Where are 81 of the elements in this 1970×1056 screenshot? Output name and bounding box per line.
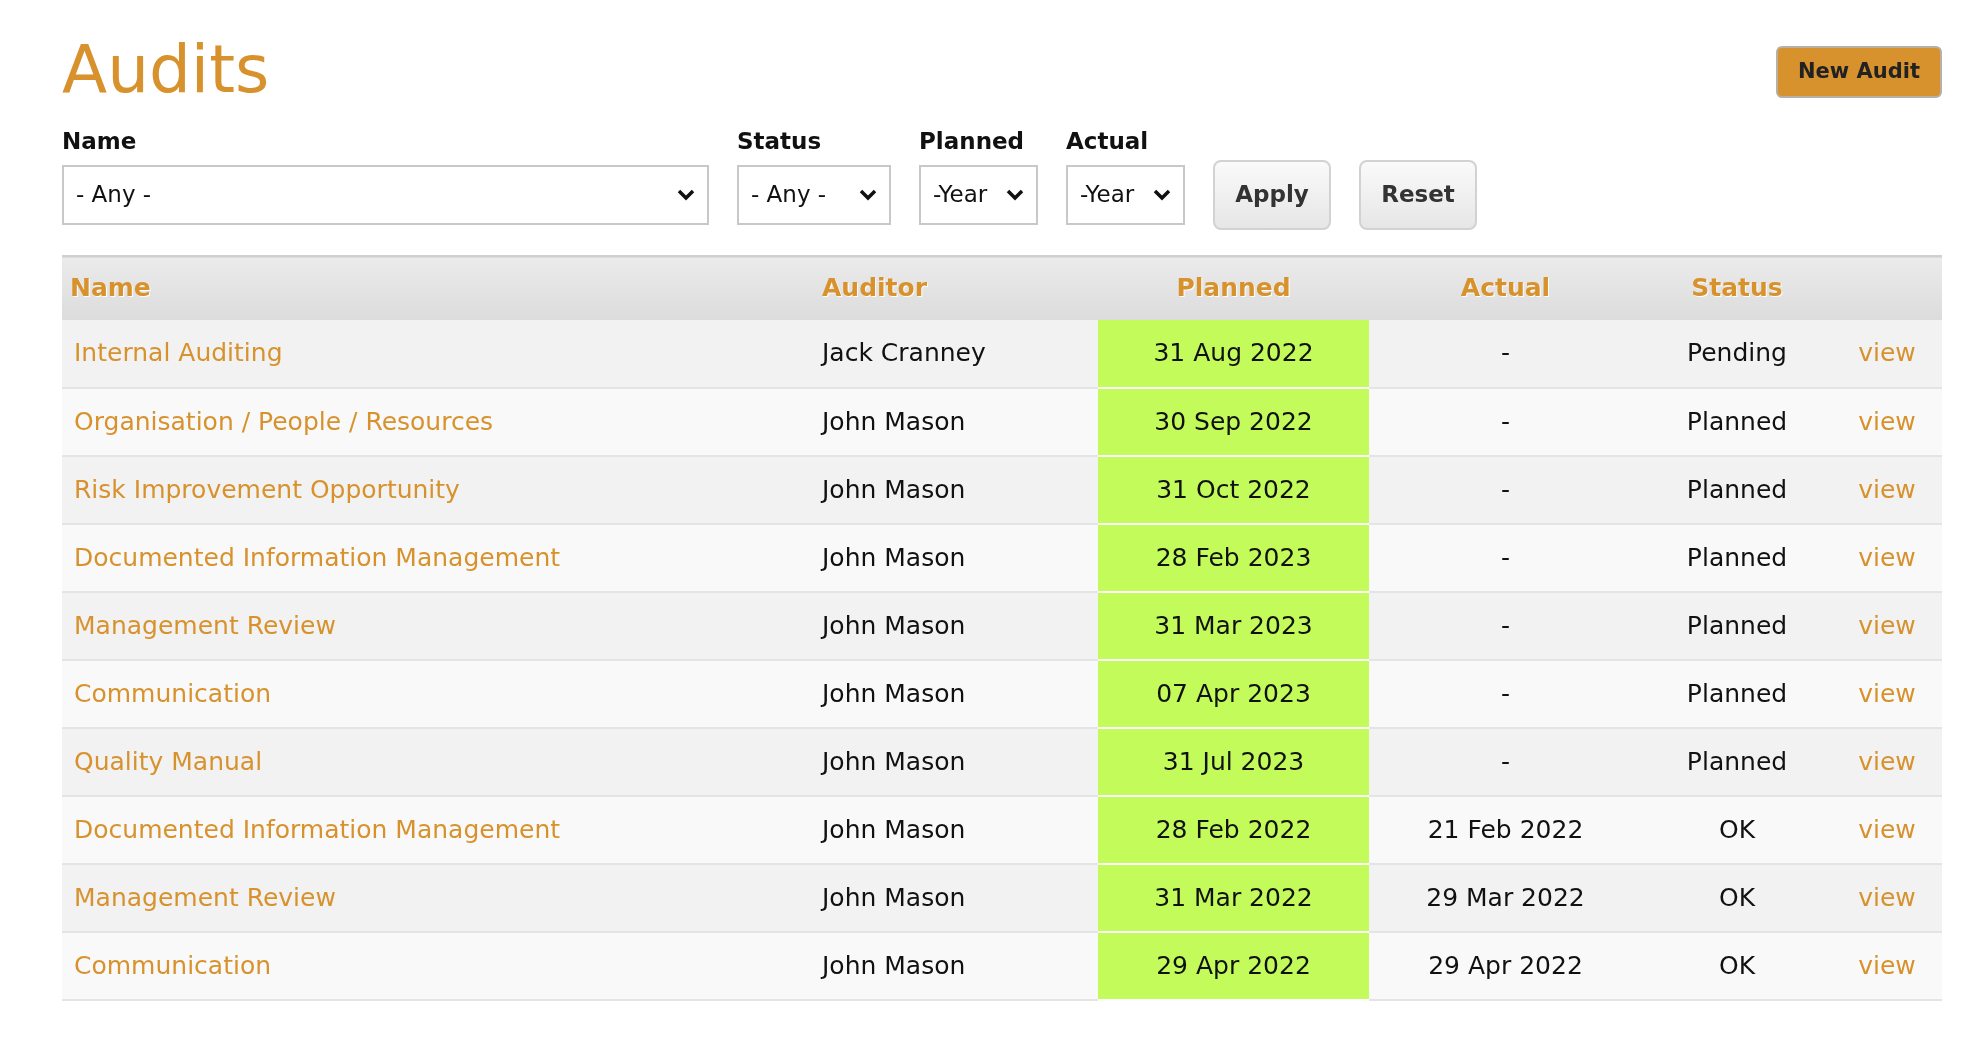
chevron-down-icon [859, 188, 877, 201]
filter-label: Actual [1066, 127, 1150, 156]
table-cell: - [1501, 338, 1510, 368]
view-link[interactable]: view [1858, 542, 1916, 572]
chevron-down-icon [677, 188, 695, 201]
planned-date-cell: 31 Mar 2023 [1098, 591, 1369, 660]
table-cell: John Mason [822, 610, 966, 640]
planned-date-cell: 31 Aug 2022 [1098, 319, 1369, 388]
chevron-down-icon [1153, 188, 1171, 201]
table-cell: - [1501, 474, 1510, 504]
filter-button[interactable]: Apply [1213, 159, 1331, 230]
column-header[interactable]: Name [70, 273, 151, 303]
view-link[interactable]: view [1858, 678, 1916, 708]
audit-name-link[interactable]: Documented Information Management [74, 542, 561, 572]
filter-label: Name [62, 127, 138, 156]
view-link[interactable]: view [1858, 950, 1916, 980]
table-cell: John Mason [822, 678, 966, 708]
planned-date-cell: 29 Apr 2022 [1098, 931, 1369, 1000]
planned-date-cell: 30 Sep 2022 [1098, 387, 1369, 456]
view-link[interactable]: view [1858, 814, 1916, 844]
table-cell: Pending [1687, 338, 1787, 368]
view-link[interactable]: view [1858, 406, 1916, 436]
filter-label: Planned [919, 127, 1026, 156]
planned-date-cell: 31 Oct 2022 [1098, 455, 1369, 524]
audit-name-link[interactable]: Risk Improvement Opportunity [74, 474, 460, 504]
column-header[interactable]: Actual [1460, 273, 1551, 303]
dropdown[interactable]: -Year [1066, 164, 1185, 225]
table-cell: 29 Mar 2022 [1426, 882, 1585, 912]
table-cell: - [1501, 678, 1510, 708]
column-header[interactable]: Planned [1176, 273, 1291, 303]
audit-name-link[interactable]: Communication [74, 950, 272, 980]
table-cell: Planned [1686, 474, 1788, 504]
table-cell: - [1501, 542, 1510, 572]
planned-date-cell: 31 Jul 2023 [1098, 727, 1369, 796]
table-cell: Jack Cranney [822, 338, 986, 368]
dropdown[interactable]: - Any - [62, 164, 709, 225]
table-cell: John Mason [822, 406, 966, 436]
dropdown[interactable]: - Any - [737, 164, 891, 225]
table-cell: OK [1718, 950, 1756, 980]
table-cell: - [1501, 610, 1510, 640]
audit-name-link[interactable]: Internal Auditing [74, 338, 283, 368]
table-cell: Planned [1686, 678, 1788, 708]
table-cell: John Mason [822, 882, 966, 912]
planned-date-cell: 28 Feb 2023 [1098, 523, 1369, 592]
filter-label: Status [737, 127, 823, 156]
chevron-down-icon [1006, 188, 1024, 201]
table-cell: John Mason [822, 746, 966, 776]
column-header[interactable]: Status [1691, 273, 1783, 303]
table-cell: Planned [1686, 610, 1788, 640]
filter-button[interactable]: Reset [1359, 159, 1477, 230]
audit-name-link[interactable]: Quality Manual [74, 746, 263, 776]
table-cell: - [1501, 406, 1510, 436]
audit-name-link[interactable]: Documented Information Management [74, 814, 561, 844]
page-title: Audits [62, 30, 270, 110]
planned-date-cell: 28 Feb 2022 [1098, 795, 1369, 864]
table-cell: John Mason [822, 542, 966, 572]
view-link[interactable]: view [1858, 882, 1916, 912]
audit-name-link[interactable]: Communication [74, 678, 272, 708]
table-cell: Planned [1686, 746, 1788, 776]
planned-date-cell: 07 Apr 2023 [1098, 659, 1369, 728]
view-link[interactable]: view [1858, 474, 1916, 504]
table-cell: John Mason [822, 950, 966, 980]
audit-name-link[interactable]: Management Review [74, 882, 336, 912]
table-cell: 29 Apr 2022 [1428, 950, 1583, 980]
table-cell: OK [1718, 882, 1756, 912]
column-header[interactable]: Auditor [822, 273, 928, 303]
table-cell: OK [1718, 814, 1756, 844]
table-cell: Planned [1686, 542, 1788, 572]
dropdown[interactable]: -Year [919, 164, 1038, 225]
table-cell: - [1501, 746, 1510, 776]
audit-name-link[interactable]: Organisation / People / Resources [74, 406, 494, 436]
view-link[interactable]: view [1858, 610, 1916, 640]
table-cell: John Mason [822, 474, 966, 504]
new-audit-button[interactable]: New Audit [1776, 46, 1942, 98]
planned-date-cell: 31 Mar 2022 [1098, 863, 1369, 932]
table-cell: Planned [1686, 406, 1788, 436]
table-cell: 21 Feb 2022 [1427, 814, 1584, 844]
audit-name-link[interactable]: Management Review [74, 610, 336, 640]
table-cell: John Mason [822, 814, 966, 844]
view-link[interactable]: view [1858, 338, 1916, 368]
view-link[interactable]: view [1858, 746, 1916, 776]
